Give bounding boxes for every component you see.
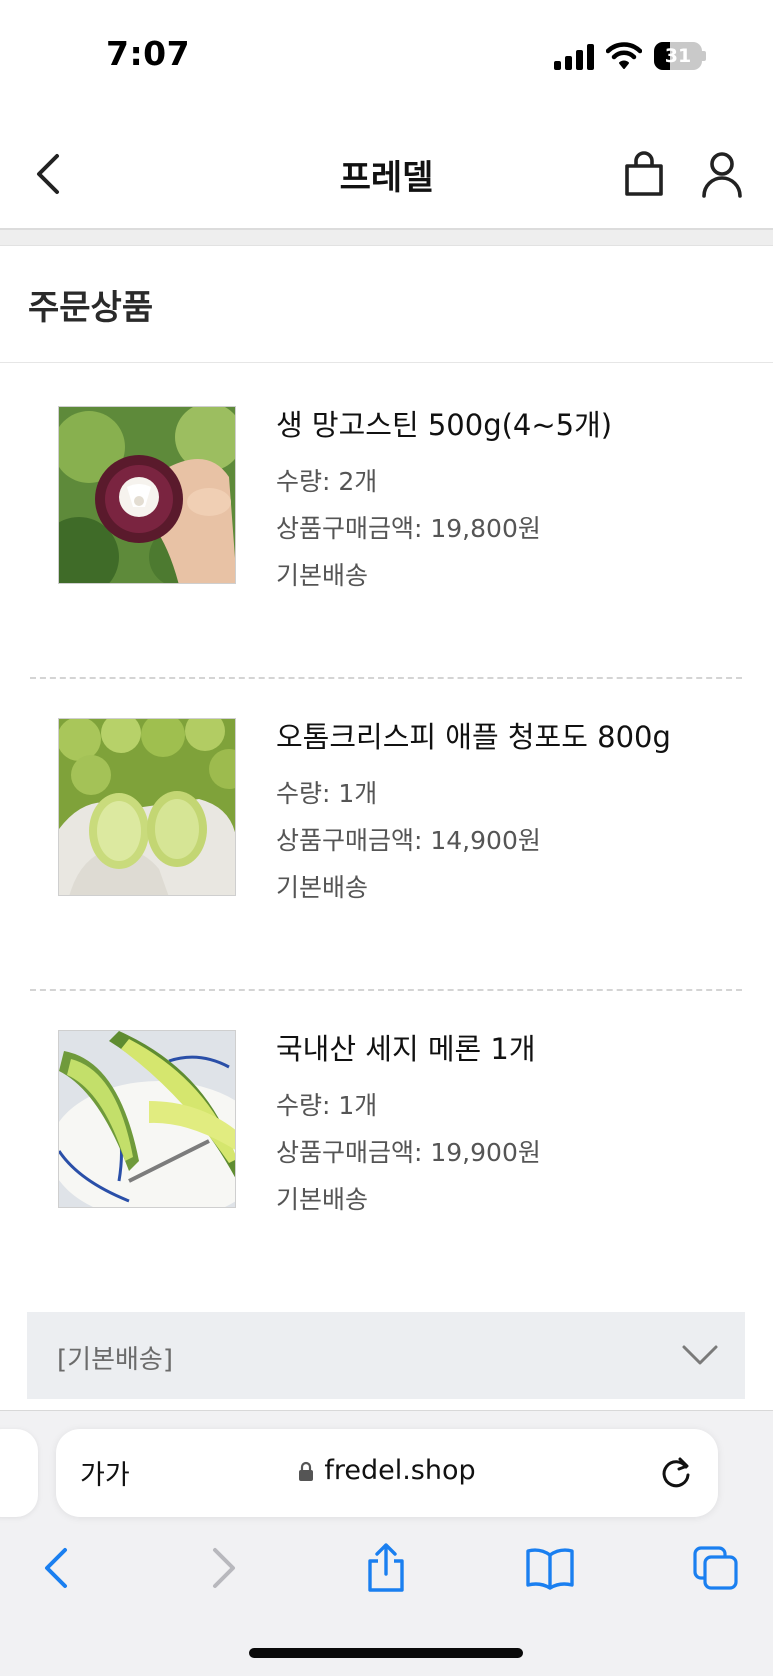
reload-icon[interactable] — [658, 1455, 694, 1491]
status-bar: 7:07 31 — [0, 0, 773, 110]
wifi-icon — [605, 40, 643, 70]
share-icon — [368, 1543, 404, 1592]
app-header: 프레델 — [0, 118, 773, 230]
product-shipping: 기본배송 — [276, 1185, 369, 1214]
battery-icon: 31 — [654, 42, 706, 70]
product-shipping: 기본배송 — [276, 873, 369, 902]
tabs-icon — [693, 1546, 738, 1590]
order-item: 국내산 세지 메론 1개 수량: 1개 상품구매금액: 19,900원 기본배송 — [0, 990, 773, 1240]
header-separator — [0, 230, 773, 246]
product-name[interactable]: 오톰크리스피 애플 청포도 800g — [276, 714, 671, 756]
browser-back-button[interactable] — [28, 1540, 84, 1596]
browser-forward-button[interactable] — [196, 1540, 252, 1596]
product-image-melon[interactable] — [58, 1030, 236, 1208]
shopping-bag-icon — [625, 151, 663, 196]
product-quantity: 수량: 1개 — [276, 1091, 378, 1120]
status-time: 7:07 — [106, 34, 191, 73]
cellular-signal-icon — [554, 44, 596, 70]
section-title: 주문상품 — [28, 288, 154, 328]
bookmarks-button[interactable] — [522, 1540, 578, 1596]
chevron-down-icon — [682, 1345, 718, 1365]
url-display[interactable]: fredel.shop — [56, 1455, 718, 1486]
lock-icon — [299, 1461, 314, 1481]
product-name[interactable]: 생 망고스틴 500g(4~5개) — [276, 402, 612, 444]
order-item: 오톰크리스피 애플 청포도 800g 수량: 1개 상품구매금액: 14,900… — [0, 678, 773, 928]
address-bar[interactable]: 가가 fredel.shop — [56, 1429, 718, 1517]
user-icon — [702, 152, 742, 198]
tabs-button[interactable] — [688, 1540, 744, 1596]
battery-level: 31 — [664, 45, 692, 67]
url-text: fredel.shop — [324, 1455, 476, 1486]
product-quantity: 수량: 1개 — [276, 779, 378, 808]
order-item: 생 망고스틴 500g(4~5개) 수량: 2개 상품구매금액: 19,800원… — [0, 366, 773, 616]
my-account-button[interactable] — [696, 148, 748, 200]
previous-tab-preview[interactable] — [0, 1429, 38, 1517]
section-divider — [0, 362, 773, 363]
product-price: 상품구매금액: 19,800원 — [276, 514, 541, 543]
share-button[interactable] — [358, 1540, 414, 1596]
product-shipping: 기본배송 — [276, 561, 369, 590]
product-price: 상품구매금액: 14,900원 — [276, 826, 541, 855]
home-indicator[interactable] — [249, 1648, 523, 1658]
product-image-mangosteen[interactable] — [58, 406, 236, 584]
product-quantity: 수량: 2개 — [276, 467, 378, 496]
delivery-group-label: [기본배송] — [57, 1345, 173, 1375]
product-name[interactable]: 국내산 세지 메론 1개 — [276, 1026, 536, 1068]
delivery-group-toggle[interactable]: [기본배송] — [27, 1312, 745, 1399]
product-price: 상품구매금액: 19,900원 — [276, 1138, 541, 1167]
cart-button[interactable] — [618, 148, 670, 200]
chevron-right-icon — [213, 1548, 235, 1588]
chevron-left-icon — [45, 1548, 67, 1588]
book-icon — [526, 1548, 574, 1590]
product-image-green-grapes[interactable] — [58, 718, 236, 896]
